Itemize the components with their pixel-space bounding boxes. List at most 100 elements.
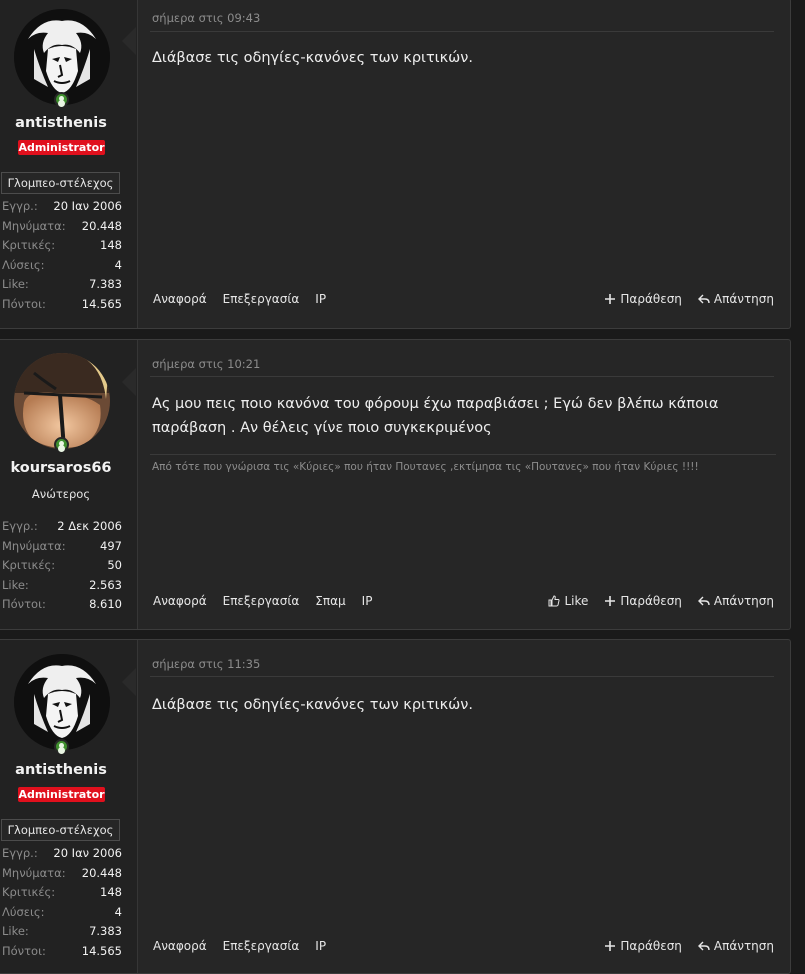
- edit-link[interactable]: Επεξεργασία: [223, 292, 300, 306]
- reply-arrow-icon: [697, 596, 710, 606]
- stat-value: 20 Ιαν 2006: [53, 846, 122, 860]
- post-actions-right: Like Παράθεση Απάντηση: [548, 594, 774, 608]
- plus-icon: [605, 941, 616, 951]
- stat-value: 7.383: [89, 277, 122, 291]
- stat-row: Like: 2.563: [2, 576, 122, 596]
- stat-row: Μηνύματα: 20.448: [2, 864, 122, 884]
- stat-row: Κριτικές: 148: [2, 883, 122, 903]
- stat-row: Like: 7.383: [2, 922, 122, 942]
- post-actions-left: Αναφορά Επεξεργασία IP: [153, 292, 326, 306]
- divider: [150, 676, 774, 677]
- post-actions-right: Παράθεση Απάντηση: [604, 292, 774, 306]
- stat-label: Like:: [2, 577, 29, 592]
- quote-button[interactable]: Παράθεση: [604, 292, 682, 306]
- user-stats: Εγγρ.: 20 Ιαν 2006 Μηνύματα: 20.448 Κριτικ…: [2, 844, 122, 961]
- divider: [150, 376, 774, 377]
- username[interactable]: koursaros66: [0, 460, 122, 476]
- stat-value: 50: [107, 558, 122, 572]
- spam-link[interactable]: Σπαμ: [315, 594, 345, 608]
- user-arrow: [122, 27, 136, 55]
- stat-value: 14.565: [81, 296, 122, 311]
- reply-label: Απάντηση: [713, 594, 774, 608]
- reply-button[interactable]: Απάντηση: [697, 292, 774, 306]
- report-link[interactable]: Αναφορά: [153, 594, 207, 608]
- stat-row: Πόντοι: 14.565: [2, 942, 122, 962]
- username[interactable]: antisthenis: [0, 762, 122, 778]
- stat-row: Κριτικές: 50: [2, 556, 122, 576]
- user-cell: koursaros66 Ανώτερος Εγγρ.: 2 Δεκ 2006 Μη…: [0, 340, 138, 629]
- stat-label: Like:: [2, 924, 29, 938]
- ip-link[interactable]: IP: [362, 594, 373, 608]
- user-online-icon: [54, 739, 69, 754]
- stat-row: Εγγρ.: 20 Ιαν 2006: [2, 844, 122, 864]
- post: antisthenis Administrator Γλομπεο-στέλεχ…: [0, 639, 791, 974]
- stat-value: 4: [114, 257, 122, 272]
- stat-label: Εγγρ.:: [2, 846, 38, 860]
- stat-label: Μηνύματα:: [2, 538, 66, 553]
- stat-label: Κριτικές:: [2, 558, 56, 572]
- stat-value: 148: [100, 885, 122, 899]
- stat-value: 497: [100, 538, 122, 553]
- like-label: Like: [564, 594, 589, 608]
- user-online-icon: [54, 92, 69, 107]
- stat-label: Λύσεις:: [2, 257, 45, 272]
- stat-label: Πόντοι:: [2, 597, 46, 611]
- avatar[interactable]: [14, 353, 110, 449]
- report-link[interactable]: Αναφορά: [153, 939, 207, 953]
- stat-label: Μηνύματα:: [2, 218, 66, 233]
- post-actions-left: Αναφορά Επεξεργασία Σπαμ IP: [153, 594, 372, 608]
- stat-label: Εγγρ.:: [2, 199, 38, 213]
- stat-value: 14.565: [81, 943, 122, 958]
- report-link[interactable]: Αναφορά: [153, 292, 207, 306]
- post-actions-right: Παράθεση Απάντηση: [604, 939, 774, 953]
- avatar-image: [14, 9, 110, 105]
- stat-label: Like:: [2, 277, 29, 291]
- role-badge: Administrator: [18, 787, 105, 802]
- post-body: Ας μου πεις ποιο κανόνα του φόρουμ έχω π…: [152, 396, 719, 436]
- quote-button[interactable]: Παράθεση: [604, 939, 682, 953]
- stat-label: Κριτικές:: [2, 885, 56, 899]
- stat-row: Λύσεις: 4: [2, 903, 122, 923]
- user-title: Ανώτερος: [31, 487, 91, 501]
- stat-value: 4: [114, 904, 122, 919]
- ip-link[interactable]: IP: [315, 292, 326, 306]
- post-timestamp[interactable]: σήμερα στις 11:35: [152, 657, 260, 671]
- quote-label: Παράθεση: [620, 292, 682, 306]
- stat-row: Μηνύματα: 20.448: [2, 217, 122, 237]
- stat-value: 8.610: [89, 597, 122, 611]
- username[interactable]: antisthenis: [0, 115, 122, 131]
- reply-button[interactable]: Απάντηση: [697, 594, 774, 608]
- user-cell: antisthenis Administrator Γλομπεο-στέλεχ…: [0, 0, 138, 328]
- stat-row: Μηνύματα: 497: [2, 537, 122, 557]
- like-button[interactable]: Like: [548, 594, 588, 608]
- signature-divider: [150, 454, 776, 455]
- quote-button[interactable]: Παράθεση: [604, 594, 682, 608]
- reply-arrow-icon: [697, 294, 710, 304]
- ip-link[interactable]: IP: [315, 939, 326, 953]
- user-stats: Εγγρ.: 2 Δεκ 2006 Μηνύματα: 497 Κριτικές: 5…: [2, 517, 122, 615]
- post: koursaros66 Ανώτερος Εγγρ.: 2 Δεκ 2006 Μη…: [0, 339, 791, 630]
- stat-value: 7.383: [89, 924, 122, 938]
- user-banner: Γλομπεο-στέλεχος: [1, 819, 120, 841]
- user-arrow: [122, 668, 136, 696]
- stat-value: 148: [100, 238, 122, 252]
- stat-row: Λύσεις: 4: [2, 256, 122, 276]
- stat-label: Κριτικές:: [2, 238, 56, 252]
- plus-icon: [605, 596, 616, 606]
- user-arrow: [122, 368, 136, 396]
- stat-value: 2.563: [89, 577, 122, 592]
- post: antisthenis Administrator Γλομπεο-στέλεχ…: [0, 0, 791, 329]
- reply-label: Απάντηση: [713, 939, 774, 953]
- edit-link[interactable]: Επεξεργασία: [223, 594, 300, 608]
- user-cell: antisthenis Administrator Γλομπεο-στέλεχ…: [0, 640, 138, 973]
- avatar[interactable]: [14, 9, 110, 105]
- user-online-icon: [54, 437, 69, 452]
- avatar[interactable]: [14, 654, 110, 750]
- post-timestamp[interactable]: σήμερα στις 10:21: [152, 357, 260, 371]
- edit-link[interactable]: Επεξεργασία: [223, 939, 300, 953]
- reply-button[interactable]: Απάντηση: [697, 939, 774, 953]
- stat-row: Εγγρ.: 20 Ιαν 2006: [2, 197, 122, 217]
- post-timestamp[interactable]: σήμερα στις 09:43: [152, 11, 260, 25]
- quote-label: Παράθεση: [620, 594, 682, 608]
- role-badge: Administrator: [18, 140, 105, 155]
